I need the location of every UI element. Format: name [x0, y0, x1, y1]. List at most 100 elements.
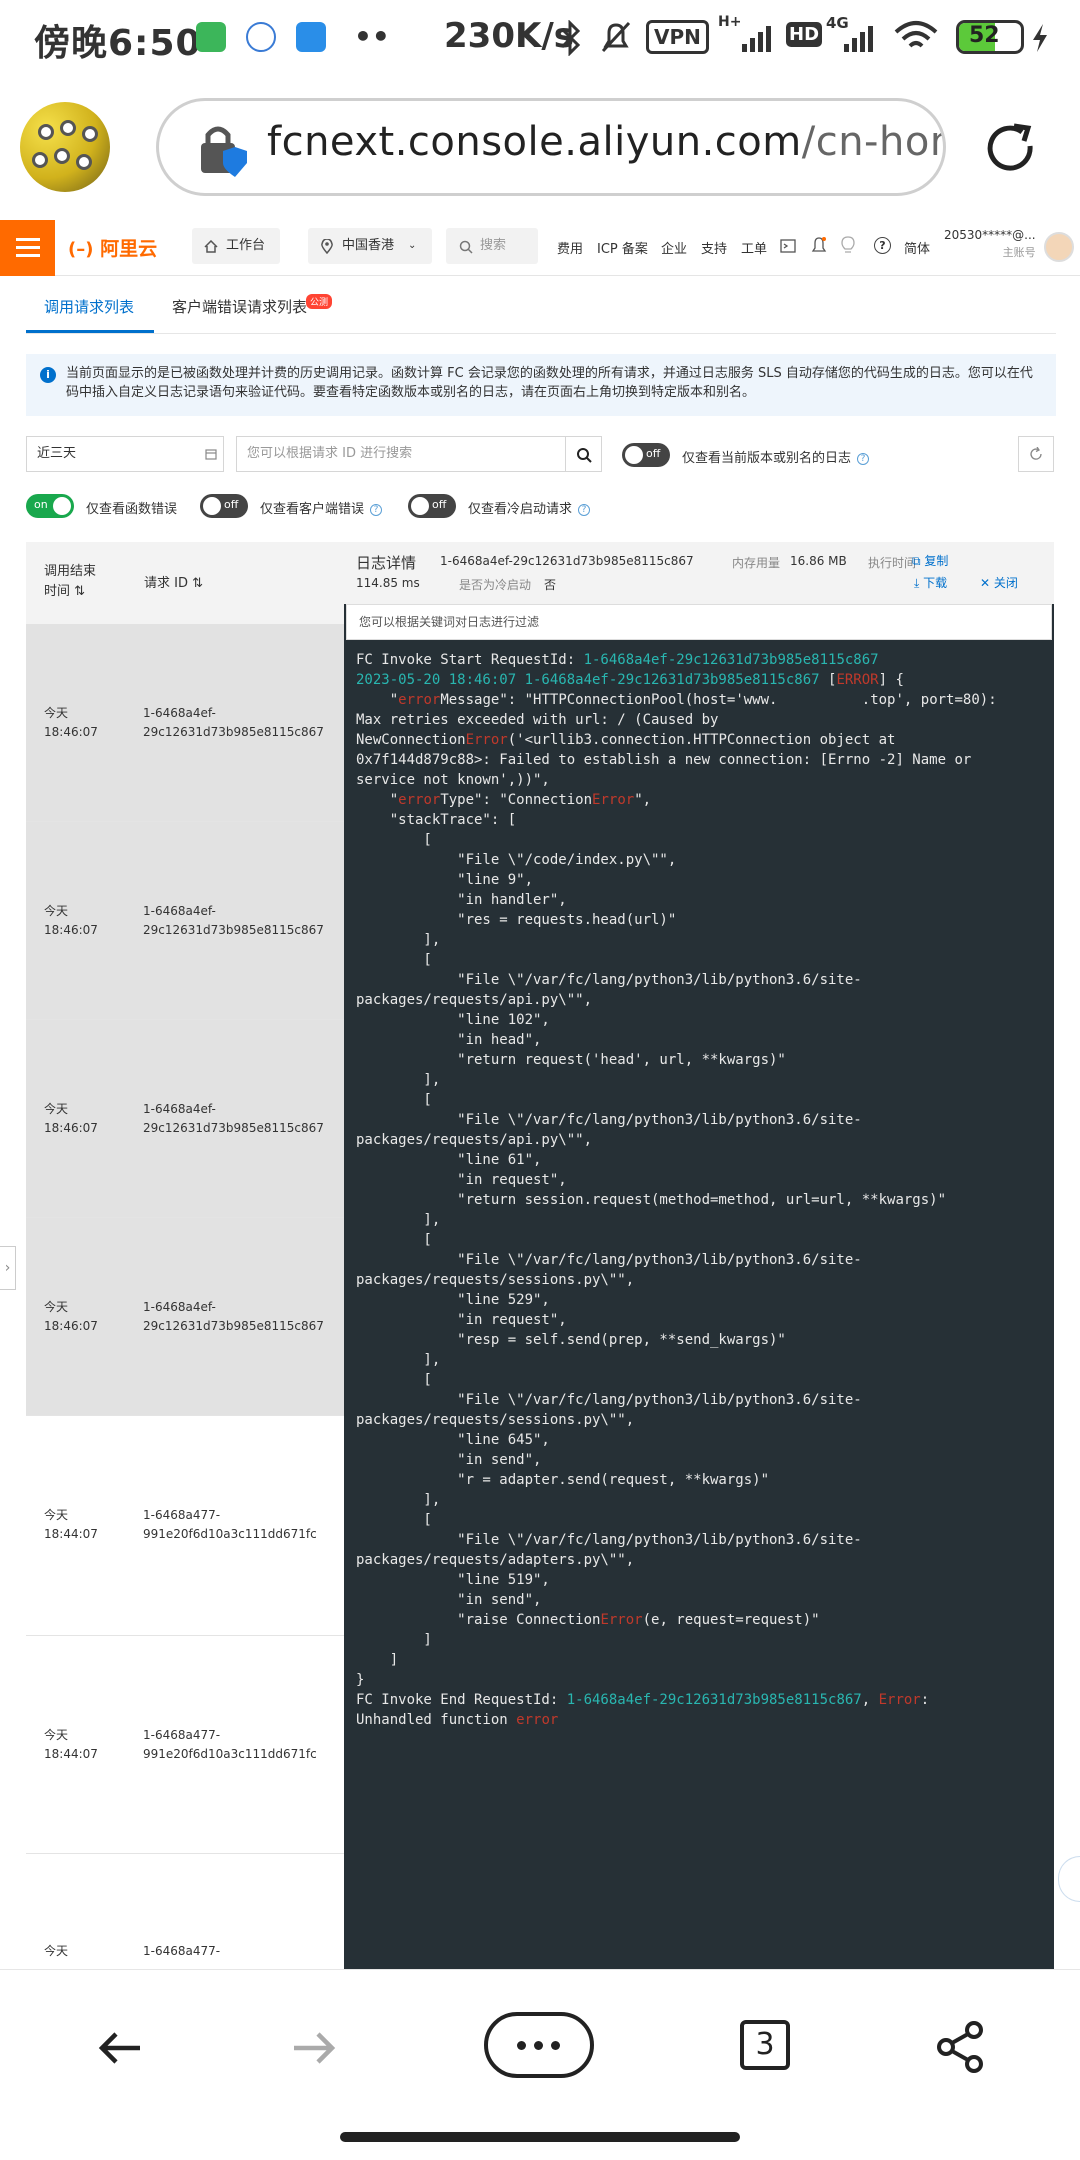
- col-id-header[interactable]: 请求 ID ⇅: [144, 572, 203, 591]
- log-text: Message": "HTTPConnectionPool(host='www.: [440, 692, 778, 708]
- network-speed: 230K/s: [444, 16, 574, 56]
- list-item[interactable]: 今天 18:46:07 1-6468a4ef- 29c12631d73b985e811…: [26, 624, 344, 822]
- more-notifications-icon: ••: [354, 20, 390, 53]
- col-time-label: 调用结束时间: [44, 564, 97, 599]
- list-item[interactable]: 今天 18:44:07 1-6468a477- 991e20f6d10a3c111dd…: [26, 1636, 344, 1854]
- row-id-part2: 29c12631d73b985e8115c867: [143, 1121, 324, 1135]
- log-error-keyword: Error: [592, 792, 635, 808]
- header-link-fees[interactable]: 费用: [557, 238, 583, 257]
- bluetooth-icon: [560, 20, 581, 56]
- function-error-toggle[interactable]: on: [26, 494, 74, 518]
- log-text: ,: [861, 1692, 879, 1708]
- row-id-part1: 1-6468a4ef-: [143, 1102, 216, 1116]
- log-text: "raise Connection: [356, 1612, 601, 1628]
- forward-arrow-icon[interactable]: [290, 2024, 338, 2072]
- account-role: 主账号: [1002, 246, 1036, 259]
- status-time: 傍晚6:50: [34, 23, 202, 64]
- list-item[interactable]: 今天 18:46:07 1-6468a4ef- 29c12631d73b985e811…: [26, 1020, 344, 1218]
- copy-label: 复制: [924, 554, 949, 568]
- aliyun-logo[interactable]: (–) 阿里云: [68, 234, 157, 261]
- workbench-button[interactable]: 工作台: [192, 228, 280, 264]
- close-button[interactable]: ✕ 关闭: [980, 574, 1018, 591]
- tab-invocation-list[interactable]: 调用请求列表: [44, 296, 134, 317]
- log-request-id-highlight: 1-6468a4ef-29c12631d73b985e8115c867: [566, 1692, 862, 1708]
- lock-shield-icon: [201, 126, 247, 177]
- log-text: Unhandled function: [356, 1712, 517, 1728]
- language-selector[interactable]: 简体: [904, 238, 930, 257]
- list-item[interactable]: 今天 1-6468a477-: [26, 1854, 344, 1969]
- help-icon[interactable]: ?: [857, 452, 870, 465]
- back-arrow-icon[interactable]: [96, 2024, 144, 2072]
- expand-sidebar-handle[interactable]: ›: [0, 1246, 16, 1290]
- log-filter-input[interactable]: 您可以根据关键词对日志进行过滤: [346, 604, 1052, 640]
- account-info[interactable]: 20530*****@... 主账号: [944, 228, 1036, 260]
- refresh-button[interactable]: [1018, 436, 1054, 472]
- row-id-part1: 1-6468a477-: [143, 1944, 221, 1958]
- help-icon[interactable]: ?: [578, 503, 591, 516]
- version-toggle[interactable]: off: [622, 443, 670, 467]
- menu-icon[interactable]: [0, 220, 55, 276]
- log-text: NewConnection: [356, 732, 466, 748]
- search-button[interactable]: [565, 436, 602, 472]
- time-range-value: 近三天: [37, 446, 77, 461]
- share-icon[interactable]: [934, 2020, 986, 2074]
- url-bar[interactable]: fcnext.console.aliyun.com/cn-hong: [156, 98, 946, 196]
- log-text: 0x7f144d879c88>: Failed to establish a n…: [356, 752, 972, 768]
- sort-icon[interactable]: ⇅: [74, 584, 85, 599]
- tab-bar: 调用请求列表 客户端错误请求列表 公测: [26, 276, 1056, 334]
- request-id-search-input[interactable]: 您可以根据请求 ID 进行搜索: [236, 436, 566, 472]
- col-time-header[interactable]: 调用结束时间 ⇅: [44, 562, 108, 602]
- profile-avatar[interactable]: [20, 102, 110, 192]
- client-error-toggle[interactable]: off: [200, 494, 248, 518]
- region-label: 中国香港: [342, 238, 395, 253]
- help-icon[interactable]: ?: [370, 503, 383, 516]
- log-content: FC Invoke Start RequestId: 1-6468a4ef-29…: [356, 650, 1052, 1730]
- client-error-label-text: 仅查看客户端错误: [260, 502, 365, 517]
- list-item[interactable]: 今天 18:46:07 1-6468a4ef- 29c12631d73b985e811…: [26, 1218, 344, 1416]
- terminal-icon[interactable]: [780, 239, 796, 253]
- url-host: fcnext.console.aliyun.com: [267, 119, 802, 165]
- copy-button[interactable]: ⧉ 复制: [912, 552, 948, 569]
- search-icon: [577, 448, 592, 463]
- list-item[interactable]: 今天 18:44:07 1-6468a477- 991e20f6d10a3c111dd…: [26, 1416, 344, 1636]
- row-id-part1: 1-6468a4ef-: [143, 1300, 216, 1314]
- client-error-label: 仅查看客户端错误?: [260, 498, 383, 517]
- bell-icon[interactable]: [811, 236, 827, 256]
- header-link-icp[interactable]: ICP 备案: [597, 238, 648, 257]
- lightbulb-icon[interactable]: [841, 236, 855, 256]
- log-detail-title: 日志详情: [356, 554, 417, 572]
- version-toggle-state: off: [646, 447, 661, 460]
- log-text: Type": "Connection: [440, 792, 593, 808]
- row-time: 18:46:07: [44, 725, 98, 739]
- header-link-enterprise[interactable]: 企业: [661, 238, 687, 257]
- cold-start-toggle[interactable]: off: [408, 494, 456, 518]
- header-search-placeholder: 搜索: [480, 238, 507, 253]
- time-range-select[interactable]: 近三天: [26, 436, 224, 472]
- header-link-ticket[interactable]: 工单: [741, 238, 767, 257]
- more-menu-button[interactable]: [484, 2012, 594, 2078]
- tabs-count-button[interactable]: 3: [740, 2020, 790, 2070]
- log-text: :: [920, 1692, 930, 1708]
- mute-bell-icon: [601, 21, 631, 53]
- header-search[interactable]: 搜索: [446, 228, 538, 264]
- home-indicator[interactable]: [340, 2132, 740, 2142]
- log-text: .top', port=80):: [861, 692, 997, 708]
- tab-client-errors[interactable]: 客户端错误请求列表: [172, 296, 307, 317]
- reload-icon[interactable]: [984, 122, 1040, 178]
- list-item[interactable]: 今天 18:46:07 1-6468a4ef- 29c12631d73b985e811…: [26, 822, 344, 1020]
- log-text: FC Invoke End RequestId:: [356, 1692, 567, 1708]
- help-icon[interactable]: ?: [874, 237, 891, 254]
- log-text: ('<urllib3.connection.HTTPConnection obj…: [507, 732, 896, 748]
- row-time: 18:44:07: [44, 1747, 98, 1761]
- copy-icon: ⧉: [912, 554, 921, 568]
- tab-count: 3: [755, 2027, 775, 2062]
- console-header: (–) 阿里云 工作台 中国香港 ⌄ 搜索 费用 ICP 备案 企业 支持 工单…: [0, 220, 1080, 276]
- user-avatar[interactable]: [1044, 232, 1074, 262]
- client-error-toggle-state: off: [224, 498, 239, 511]
- download-button[interactable]: ⤓ 下载: [914, 574, 947, 591]
- header-link-support[interactable]: 支持: [701, 238, 727, 257]
- sort-icon[interactable]: ⇅: [192, 576, 203, 591]
- floating-help-button[interactable]: [1058, 1856, 1080, 1902]
- request-id-placeholder: 您可以根据请求 ID 进行搜索: [247, 446, 413, 461]
- region-selector[interactable]: 中国香港 ⌄: [308, 228, 432, 264]
